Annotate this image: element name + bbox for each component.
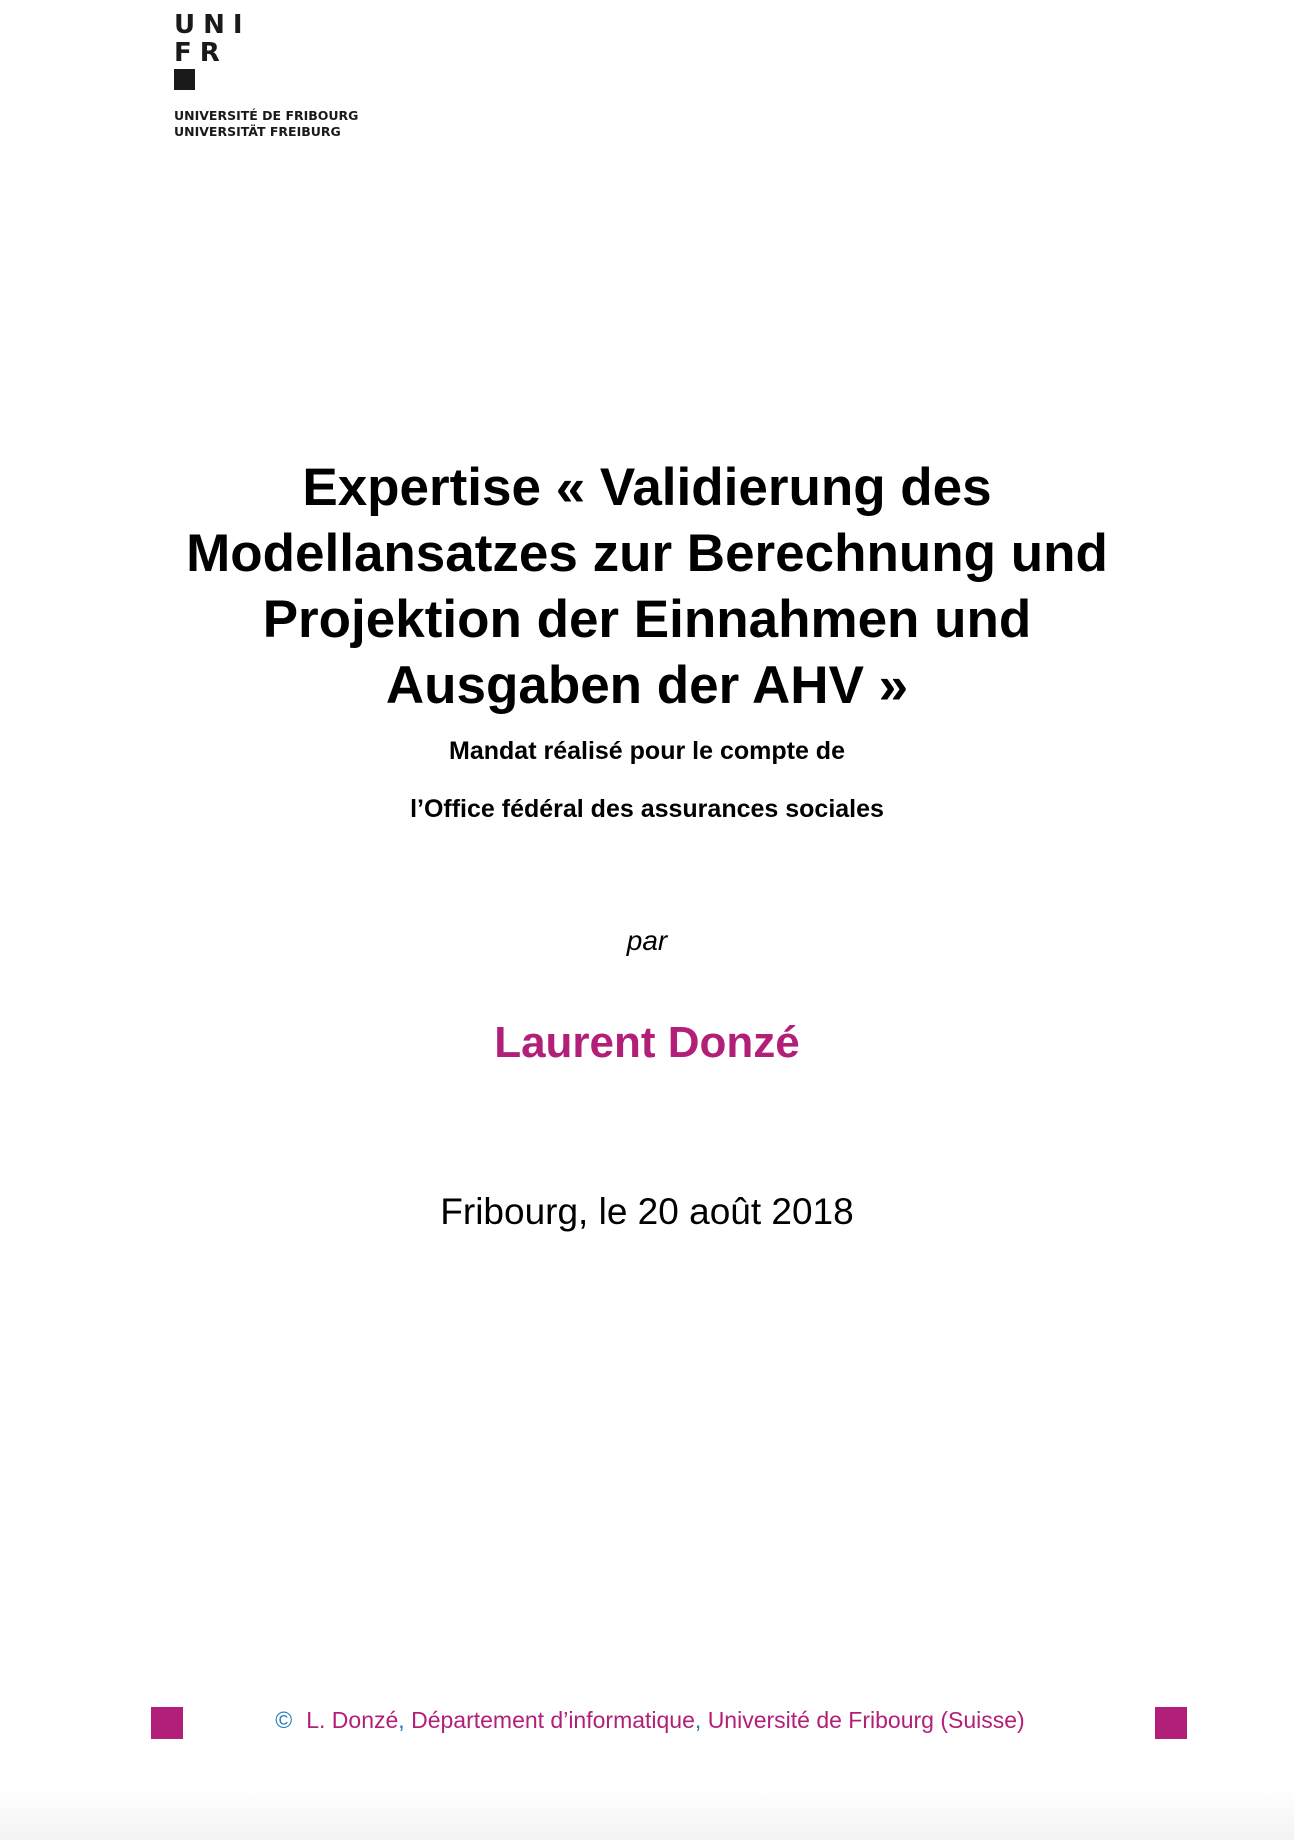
footer-separator-2: , <box>694 1707 702 1733</box>
by-label: par <box>626 925 668 956</box>
footer-square-left-icon <box>151 1707 183 1739</box>
footer-separator-1: , <box>398 1707 405 1733</box>
place-date: Fribourg, le 20 août 2018 <box>440 1191 854 1232</box>
title-line-2: Modellansatzes zur Berechnung und <box>186 524 1108 583</box>
footer-square-right-icon <box>1155 1707 1187 1739</box>
author-name: Laurent Donzé <box>494 1018 800 1067</box>
logo-name-fr: UNIVERSITÉ DE FRIBOURG <box>174 108 359 123</box>
document-title: Expertise « Validierung des Modellansatz… <box>120 455 1174 719</box>
footer-author: L. Donzé <box>306 1707 399 1733</box>
subtitle-line-1: Mandat réalisé pour le compte de <box>449 737 845 765</box>
document-page: UNI FR UNIVERSITÉ DE FRIBOURG UNIVERSITÄ… <box>0 0 1294 1840</box>
logo-text-uni: UNI <box>174 10 251 40</box>
footer-department: Département d’informatique <box>411 1707 695 1733</box>
title-line-3: Projektion der Einnahmen und <box>262 590 1032 649</box>
footer-university: Université de Fribourg (Suisse) <box>707 1707 1025 1733</box>
footer-copyright: © L. Donzé, Département d’informatique, U… <box>200 1706 1100 1734</box>
unifr-logo-mark: UNI FR <box>174 12 244 92</box>
logo-name-de: UNIVERSITÄT FREIBURG <box>174 124 341 139</box>
logo-text-fr: FR <box>174 38 228 68</box>
title-line-4: Ausgaben der AHV » <box>385 656 909 715</box>
copyright-icon: © <box>275 1707 293 1733</box>
subtitle-line-2: l’Office fédéral des assurances sociales <box>410 795 884 823</box>
logo-university-names: UNIVERSITÉ DE FRIBOURG UNIVERSITÄT FREIB… <box>174 108 358 140</box>
title-line-1: Expertise « Validierung des <box>302 458 992 517</box>
university-logo: UNI FR UNIVERSITÉ DE FRIBOURG UNIVERSITÄ… <box>174 12 358 140</box>
logo-square-icon <box>174 69 195 90</box>
